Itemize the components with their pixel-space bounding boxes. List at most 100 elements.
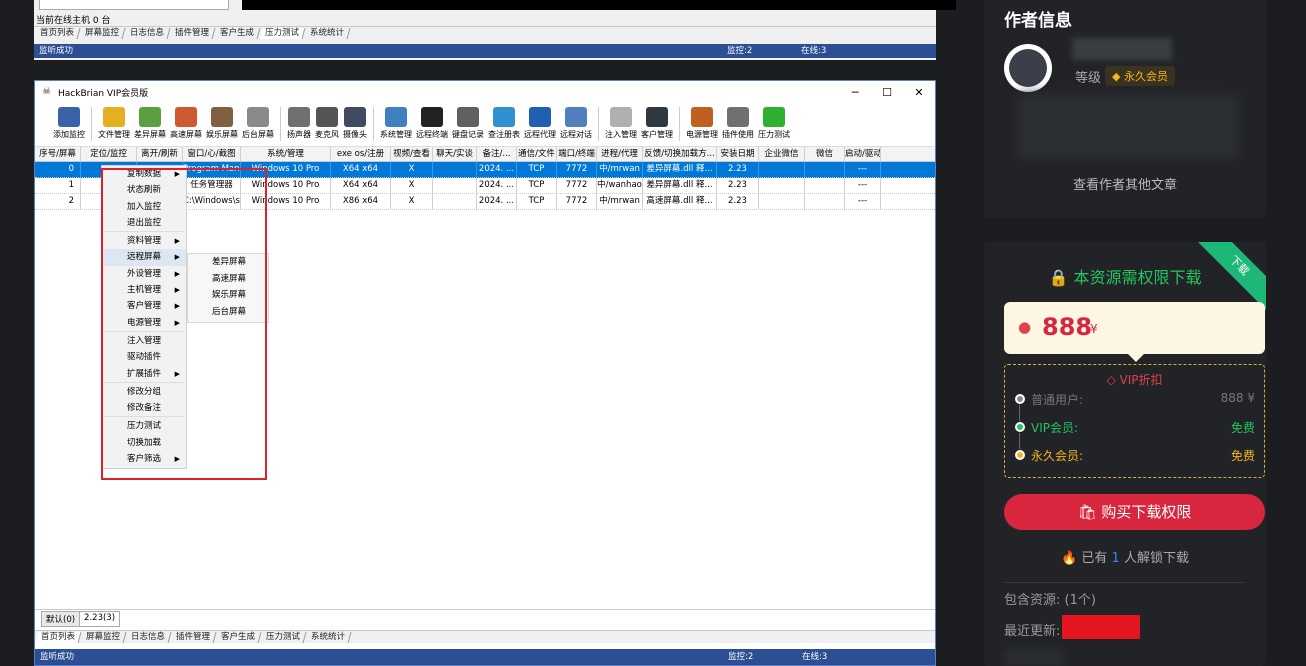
toolbar-button-17[interactable]: 客户管理 xyxy=(639,103,675,140)
group-tab-default[interactable]: 默认(0) xyxy=(41,611,81,627)
tab-label: 首页列表 xyxy=(41,632,76,642)
tab-label: 日志信息 xyxy=(131,632,166,642)
tab-6[interactable]: 压力测试 xyxy=(260,632,307,643)
tier-label: 永久会员: xyxy=(1031,449,1084,463)
other-articles-link[interactable]: 查看作者其他文章 xyxy=(984,174,1266,193)
table-cell: 7772 xyxy=(557,162,597,177)
toolbar-button-19[interactable]: 插件使用 xyxy=(720,103,756,140)
toolbar-button-5[interactable]: 娱乐屏幕 xyxy=(204,103,240,140)
minimize-button[interactable]: ─ xyxy=(839,86,871,99)
top-status-bar: 监听成功 监控:2 在线:3 xyxy=(34,44,936,58)
toolbar-button-3[interactable]: 差异屏幕 xyxy=(132,103,168,140)
tier-dot-icon xyxy=(1015,422,1025,432)
column-header[interactable]: 企业微信 xyxy=(759,147,805,161)
toolbar-button-18[interactable]: 电源管理 xyxy=(684,103,720,140)
tab-2[interactable]: 屏幕监控 xyxy=(80,632,127,643)
tab-label: 首页列表 xyxy=(40,28,75,38)
toolbar-separator xyxy=(280,107,281,141)
toolbar-button-16[interactable]: 注入管理 xyxy=(603,103,639,140)
toolbar-button-9[interactable]: 摄像头 xyxy=(341,103,369,140)
tab-7[interactable]: 系统统计 xyxy=(305,632,352,643)
toolbar-button-7[interactable]: 扬声器 xyxy=(285,103,313,140)
toolbar-button-8[interactable]: 麦克风 xyxy=(313,103,341,140)
resource-title-text: 本资源需权限下载 xyxy=(1073,268,1202,287)
fire-icon: 🔥 xyxy=(1061,551,1078,566)
tier-label: VIP会员: xyxy=(1031,421,1079,435)
tab-5[interactable]: 客户生成 xyxy=(214,28,261,39)
column-header[interactable]: 离开/刷新 xyxy=(137,147,183,161)
vip-discount-box: ◇ VIP折扣 普通用户: 888 ¥ VIP会员: 免费 永久会员: 免费 xyxy=(1004,364,1265,478)
column-header[interactable]: 安装日期 xyxy=(717,147,759,161)
column-header[interactable]: 备注/... xyxy=(477,147,517,161)
column-header[interactable]: 窗口/心/截图 xyxy=(183,147,241,161)
column-header[interactable]: 定位/监控 xyxy=(81,147,137,161)
title-bar: ☠ HackBrian VIP会员版 ─ ☐ ✕ xyxy=(35,81,935,103)
tab-4[interactable]: 插件管理 xyxy=(169,28,216,39)
close-button[interactable]: ✕ xyxy=(903,86,935,99)
tab-3[interactable]: 日志信息 xyxy=(125,632,172,643)
maximize-button[interactable]: ☐ xyxy=(871,86,903,99)
toolbar-separator xyxy=(91,107,92,141)
column-header[interactable]: 视频/查看 xyxy=(391,147,433,161)
toolbar-button-20[interactable]: 压力测试 xyxy=(756,103,792,140)
divider xyxy=(1004,582,1246,583)
download-card: 下载 🔒 本资源需权限下载 ● 888 ¥ ◇ VIP折扣 普通用户: 888 ¥… xyxy=(984,242,1266,666)
table-cell: X xyxy=(391,194,433,209)
column-header[interactable]: 微信 xyxy=(805,147,845,161)
column-header[interactable]: 系统/管理 xyxy=(241,147,331,161)
toolbar-button-1[interactable]: 添加监控 xyxy=(51,103,87,140)
toolbar-icon xyxy=(344,107,366,127)
column-header[interactable]: exe os/注册 xyxy=(331,147,391,161)
main-status-bar: 监听成功 监控:2 在线:3 xyxy=(35,649,935,665)
tab-label: 压力测试 xyxy=(265,28,300,38)
column-header[interactable]: 端口/终端 xyxy=(557,147,597,161)
toolbar-icon xyxy=(421,107,443,127)
tab-1[interactable]: 首页列表 xyxy=(34,28,81,39)
level-badge-text: 永久会员 xyxy=(1123,70,1168,83)
tab-7[interactable]: 系统统计 xyxy=(304,28,351,39)
group-tab-223[interactable]: 2.23(3) xyxy=(80,611,121,627)
table-cell xyxy=(805,178,845,193)
tier-label: 普通用户: xyxy=(1031,393,1084,407)
toolbar-label: 高速屏幕 xyxy=(170,130,202,139)
column-header[interactable]: 启动/驱动 xyxy=(845,147,881,161)
toolbar-label: 查注册表 xyxy=(488,130,520,139)
toolbar-icon xyxy=(565,107,587,127)
toolbar-icon xyxy=(288,107,310,127)
tier-dot-icon xyxy=(1015,450,1025,460)
vip-tier-row: VIP会员: 免费 xyxy=(1015,419,1255,437)
unlock-prefix: 已有 xyxy=(1081,551,1108,566)
toolbar-separator xyxy=(373,107,374,141)
tab-1[interactable]: 首页列表 xyxy=(35,632,82,643)
column-header[interactable]: 通信/文件 xyxy=(517,147,557,161)
tab-4[interactable]: 插件管理 xyxy=(170,632,217,643)
tab-5[interactable]: 客户生成 xyxy=(215,632,262,643)
avatar[interactable] xyxy=(1004,44,1052,92)
toolbar-button-10[interactable]: 系统管理 xyxy=(378,103,414,140)
table-cell: X xyxy=(391,162,433,177)
toolbar-button-15[interactable]: 远程对话 xyxy=(558,103,594,140)
toolbar-button-6[interactable]: 后台屏幕 xyxy=(240,103,276,140)
toolbar-button-2[interactable]: 文件管理 xyxy=(96,103,132,140)
toolbar-button-4[interactable]: 高速屏幕 xyxy=(168,103,204,140)
tab-label: 客户生成 xyxy=(220,28,255,38)
tab-2[interactable]: 屏幕监控 xyxy=(79,28,126,39)
includes-text: 包含资源: (1个) xyxy=(1004,593,1096,608)
tier-value: 888 ¥ xyxy=(1220,391,1255,405)
tab-3[interactable]: 日志信息 xyxy=(124,28,171,39)
level-label: 等级 xyxy=(1075,71,1102,86)
toolbar-icon xyxy=(763,107,785,127)
tab-label: 插件管理 xyxy=(176,632,211,642)
table-cell xyxy=(759,162,805,177)
toolbar-button-14[interactable]: 远程代理 xyxy=(522,103,558,140)
toolbar-button-13[interactable]: 查注册表 xyxy=(486,103,522,140)
tab-6[interactable]: 压力测试 xyxy=(259,28,306,39)
toolbar-button-11[interactable]: 远程终端 xyxy=(414,103,450,140)
toolbar-label: 系统管理 xyxy=(380,130,412,139)
column-header[interactable]: 进程/代理 xyxy=(597,147,643,161)
column-header[interactable]: 聊天/实谈 xyxy=(433,147,477,161)
column-header[interactable]: 序号/屏幕 xyxy=(35,147,81,161)
buy-download-button[interactable]: 🛍 购买下载权限 xyxy=(1004,494,1265,530)
toolbar-button-12[interactable]: 键盘记录 xyxy=(450,103,486,140)
column-header[interactable]: 反馈/切换加载方... xyxy=(643,147,717,161)
